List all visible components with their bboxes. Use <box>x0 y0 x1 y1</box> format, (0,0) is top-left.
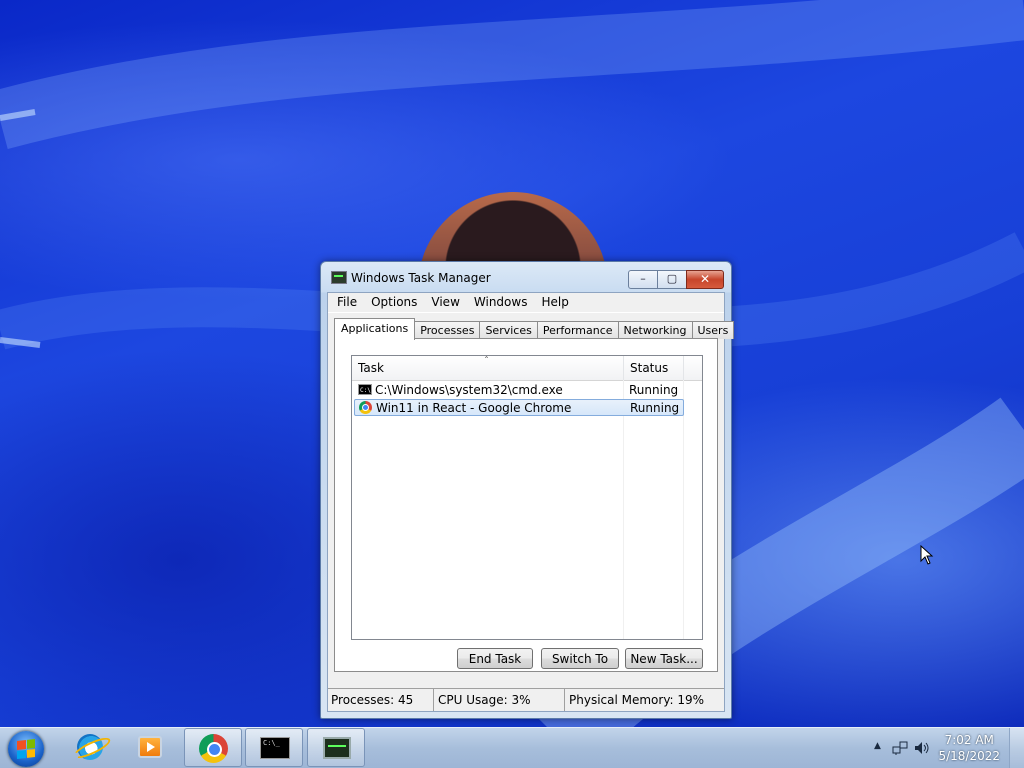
title-bar[interactable]: Windows Task Manager – ▢ ✕ <box>321 262 731 292</box>
media-player-icon <box>138 736 162 758</box>
mouse-cursor-icon <box>920 545 934 565</box>
status-processes: Processes: 45 <box>328 689 434 711</box>
status-bar: Processes: 45 CPU Usage: 3% Physical Mem… <box>328 688 724 711</box>
chrome-icon <box>199 734 228 763</box>
clock[interactable]: 7:02 AM 5/18/2022 <box>938 732 1000 764</box>
status-cpu-usage: CPU Usage: 3% <box>434 689 565 711</box>
tab-strip: Applications Processes Services Performa… <box>334 318 735 340</box>
cmd-icon <box>260 737 290 759</box>
clock-date: 5/18/2022 <box>938 749 1000 763</box>
tab-applications[interactable]: Applications <box>334 318 416 340</box>
status-physical-memory: Physical Memory: 19% <box>569 693 705 707</box>
volume-icon[interactable] <box>914 741 930 755</box>
table-row[interactable]: C:\Windows\system32\cmd.exe Running <box>354 382 684 399</box>
row-task-name: Win11 in React - Google Chrome <box>376 401 572 415</box>
table-row-selected[interactable]: Win11 in React - Google Chrome Running <box>354 399 684 416</box>
menu-options[interactable]: Options <box>364 293 424 312</box>
taskbar-chrome[interactable] <box>184 728 242 767</box>
applications-panel: Task ˆ Status C:\Windows\system32\cmd.ex… <box>334 338 718 672</box>
taskbar-task-manager[interactable] <box>307 728 365 767</box>
column-divider <box>623 380 624 639</box>
taskbar: ▲ 7:02 AM 5/18/2022 <box>0 727 1024 768</box>
end-task-button[interactable]: End Task <box>457 648 533 669</box>
taskbar-internet-explorer[interactable] <box>61 728 119 767</box>
tab-services[interactable]: Services <box>479 321 538 339</box>
menu-view[interactable]: View <box>424 293 466 312</box>
task-manager-window: Windows Task Manager – ▢ ✕ File Options … <box>320 261 735 719</box>
window-client: File Options View Windows Help Applicati… <box>327 292 735 712</box>
tab-users[interactable]: Users <box>691 321 735 339</box>
show-hidden-icons-button[interactable]: ▲ <box>874 741 881 751</box>
column-status-label: Status <box>630 361 669 375</box>
caption-buttons: – ▢ ✕ <box>628 270 724 289</box>
menu-file[interactable]: File <box>330 293 364 312</box>
row-status: Running <box>629 383 679 397</box>
network-icon[interactable] <box>892 741 908 755</box>
menu-help[interactable]: Help <box>534 293 575 312</box>
menu-windows[interactable]: Windows <box>467 293 535 312</box>
switch-to-button[interactable]: Switch To <box>541 648 619 669</box>
row-status: Running <box>630 401 680 415</box>
list-header: Task ˆ Status <box>352 356 702 381</box>
windows-logo-icon <box>17 739 35 759</box>
chrome-icon <box>359 401 372 414</box>
column-task-label: Task <box>358 361 384 375</box>
column-task[interactable]: Task ˆ <box>352 356 624 380</box>
tab-performance[interactable]: Performance <box>536 321 619 339</box>
taskbar-cmd[interactable] <box>245 728 303 767</box>
task-list[interactable]: Task ˆ Status C:\Windows\system32\cmd.ex… <box>351 355 703 640</box>
start-button[interactable] <box>8 731 44 767</box>
task-manager-icon <box>331 271 347 284</box>
new-task-button[interactable]: New Task... <box>625 648 703 669</box>
column-divider <box>683 380 684 639</box>
minimize-icon: – <box>640 272 646 285</box>
sort-ascending-icon: ˆ <box>484 356 489 367</box>
tab-networking[interactable]: Networking <box>617 321 693 339</box>
close-button[interactable]: ✕ <box>686 270 724 289</box>
taskbar-media-player[interactable] <box>120 728 178 767</box>
tab-processes[interactable]: Processes <box>414 321 481 339</box>
close-icon: ✕ <box>699 272 711 286</box>
clock-time: 7:02 AM <box>944 733 994 747</box>
minimize-button[interactable]: – <box>628 270 658 289</box>
cmd-icon <box>358 382 372 399</box>
column-status[interactable]: Status <box>624 356 684 380</box>
show-desktop-button[interactable] <box>1009 728 1024 768</box>
internet-explorer-icon <box>77 734 103 760</box>
row-task-name: C:\Windows\system32\cmd.exe <box>375 383 563 397</box>
system-tray: ▲ 7:02 AM 5/18/2022 <box>864 728 1024 768</box>
maximize-icon: ▢ <box>666 272 678 285</box>
task-manager-icon <box>323 737 351 759</box>
window-title: Windows Task Manager <box>351 271 491 285</box>
maximize-button[interactable]: ▢ <box>657 270 687 289</box>
menu-bar: File Options View Windows Help <box>328 293 724 313</box>
